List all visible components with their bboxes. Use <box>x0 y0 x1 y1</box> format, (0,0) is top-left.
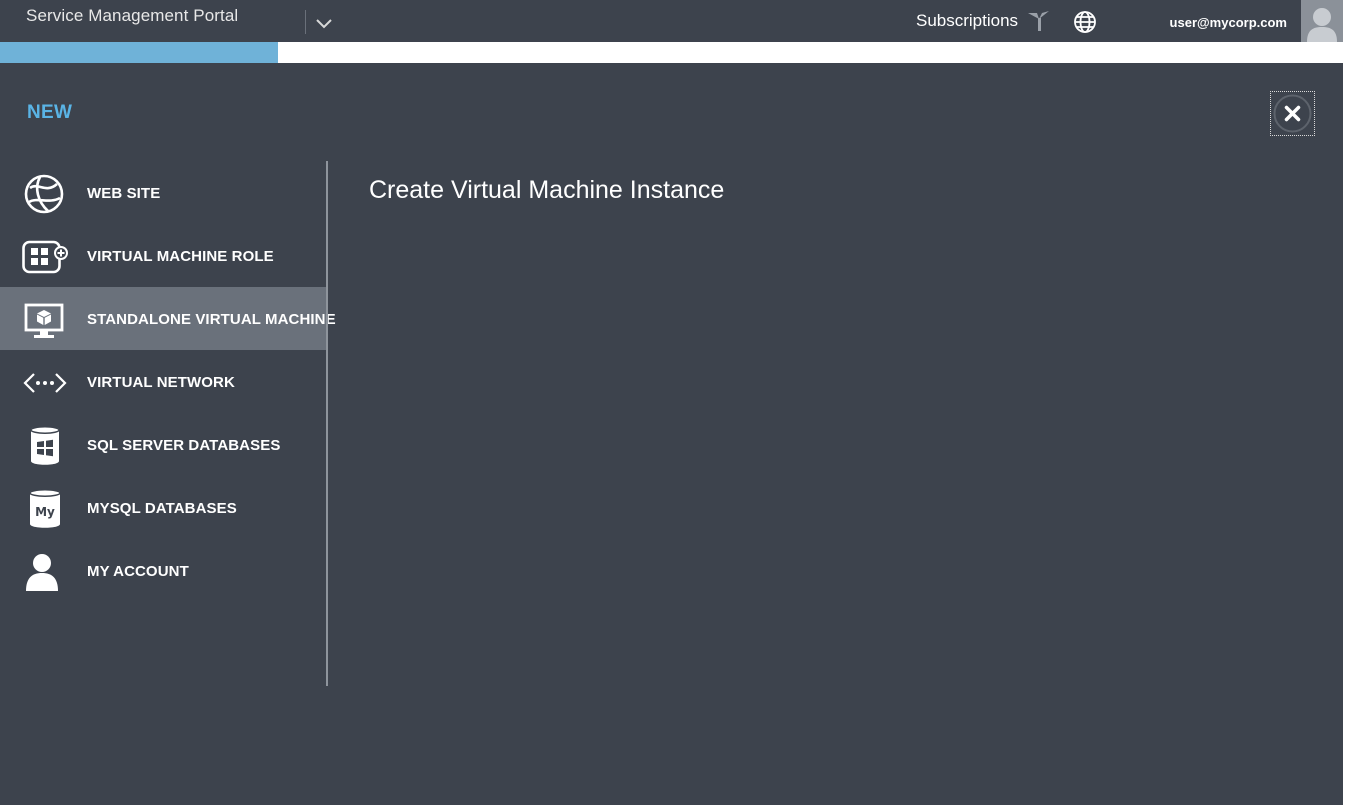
menu-item-my-account[interactable]: MY ACCOUNT <box>0 539 326 602</box>
progress-fill <box>0 42 278 63</box>
sql-database-icon <box>22 426 68 466</box>
virtual-network-icon <box>22 363 68 403</box>
chevron-down-icon[interactable] <box>314 15 334 31</box>
menu-label: VIRTUAL NETWORK <box>87 374 235 391</box>
app-title[interactable]: Service Management Portal <box>26 6 238 26</box>
mysql-database-icon: My <box>22 489 68 529</box>
menu-label: SQL SERVER DATABASES <box>87 437 281 454</box>
menu-item-sql-server-databases[interactable]: SQL SERVER DATABASES <box>0 413 326 476</box>
close-icon <box>1273 94 1312 133</box>
menu-divider <box>326 161 328 686</box>
menu-item-standalone-virtual-machine[interactable]: STANDALONE VIRTUAL MACHINE <box>0 287 336 350</box>
globe-icon[interactable] <box>1073 10 1097 34</box>
menu-label: STANDALONE VIRTUAL MACHINE <box>87 311 336 328</box>
new-menu: WEB SITE VIRTUAL MACHINE ROLE STANDALONE… <box>0 161 336 602</box>
progress-bar <box>0 42 1343 63</box>
content-title: Create Virtual Machine Instance <box>369 176 725 204</box>
menu-label: VIRTUAL MACHINE ROLE <box>87 248 274 265</box>
svg-text:My: My <box>35 505 55 519</box>
account-icon <box>22 552 68 592</box>
vm-role-icon <box>22 237 68 277</box>
menu-item-virtual-machine-role[interactable]: VIRTUAL MACHINE ROLE <box>0 224 326 287</box>
close-button[interactable] <box>1270 91 1315 136</box>
web-site-icon <box>22 174 68 214</box>
menu-item-web-site[interactable]: WEB SITE <box>0 161 326 224</box>
subscriptions-link[interactable]: Subscriptions <box>916 11 1018 31</box>
menu-item-mysql-databases[interactable]: My MYSQL DATABASES <box>0 476 326 539</box>
menu-label: WEB SITE <box>87 185 161 202</box>
user-avatar-icon[interactable] <box>1301 0 1343 42</box>
top-bar: Service Management Portal Subscriptions … <box>0 0 1343 42</box>
panel-heading: NEW <box>27 102 73 123</box>
user-email[interactable]: user@mycorp.com <box>1150 15 1287 30</box>
menu-label: MYSQL DATABASES <box>87 500 237 517</box>
new-panel: NEW WEB SITE VIRTUAL MACHINE ROLE STANDA… <box>0 63 1343 805</box>
menu-item-virtual-network[interactable]: VIRTUAL NETWORK <box>0 350 326 413</box>
title-divider <box>305 10 306 34</box>
filter-icon[interactable] <box>1027 10 1051 32</box>
menu-label: MY ACCOUNT <box>87 563 189 580</box>
standalone-vm-icon <box>22 300 68 340</box>
